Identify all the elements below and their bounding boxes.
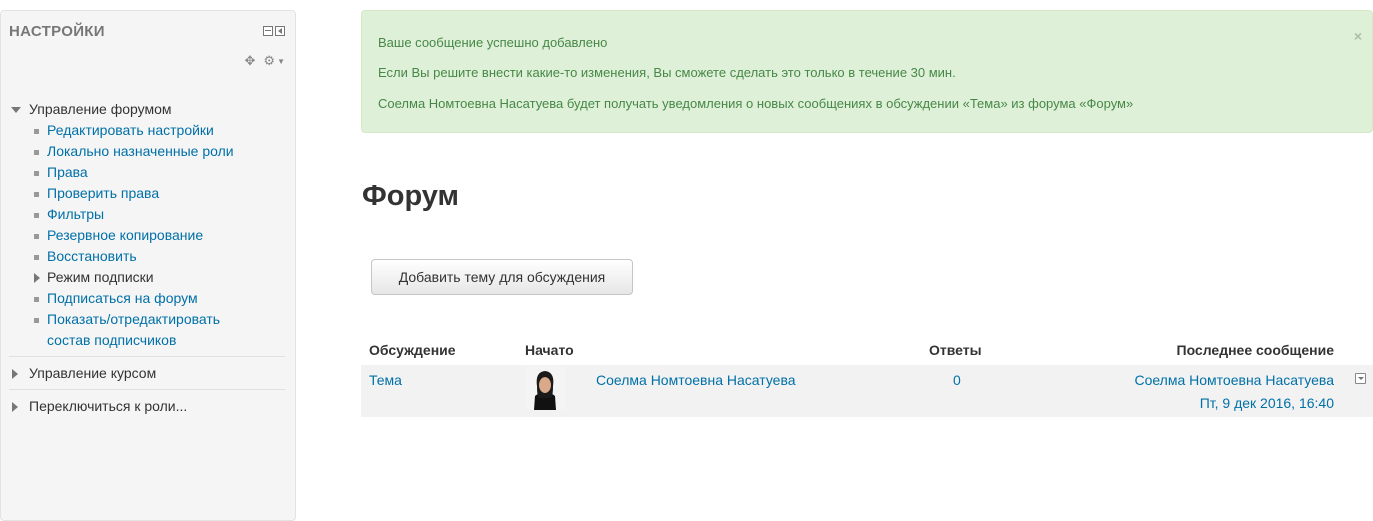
bullet-icon: [34, 255, 39, 260]
sidebar-item-link[interactable]: Проверить права: [47, 185, 159, 201]
tree-node-label: Управление курсом: [29, 365, 157, 381]
sidebar-item-link[interactable]: Восстановить: [47, 248, 137, 264]
user-avatar[interactable]: [525, 366, 565, 410]
tree-node-label: Переключиться к роли...: [29, 398, 188, 414]
alert-message-2: Если Вы решите внести какие-то изменения…: [378, 65, 956, 80]
sidebar-item-backup[interactable]: Резервное копирование: [9, 225, 285, 246]
sidebar-item-link[interactable]: Подписаться на форум: [47, 290, 198, 306]
page-title: Форум: [362, 180, 459, 212]
block-action-controls: ✥ ⚙ ▼: [245, 53, 285, 69]
collapsed-arrow-icon[interactable]: [34, 273, 40, 283]
avatar-picture-icon: [525, 366, 565, 410]
bullet-icon: [34, 129, 39, 134]
add-discussion-button[interactable]: Добавить тему для обсуждения: [371, 259, 633, 295]
sidebar-item-restore[interactable]: Восстановить: [9, 246, 285, 267]
dock-block-icon[interactable]: [275, 26, 285, 36]
block-header-controls: [263, 26, 285, 36]
bullet-icon: [34, 192, 39, 197]
caret-down-icon[interactable]: ▼: [277, 57, 285, 66]
column-header-discussion: Обсуждение: [369, 342, 456, 358]
started-by-link[interactable]: Соелма Номтоевна Насатуева: [596, 372, 796, 388]
sidebar-item-local-roles[interactable]: Локально назначенные роли: [9, 141, 285, 162]
sidebar-item-filters[interactable]: Фильтры: [9, 204, 285, 225]
alert-message-1: Ваше сообщение успешно добавлено: [378, 35, 608, 50]
column-header-started: Начато: [525, 342, 574, 358]
divider: [9, 389, 285, 390]
last-post-author-link[interactable]: Соелма Номтоевна Насатуева: [1134, 372, 1334, 388]
sidebar-item-permissions[interactable]: Права: [9, 162, 285, 183]
forum-admin-items: Редактировать настройки Локально назначе…: [9, 120, 285, 351]
collapse-block-icon[interactable]: [263, 26, 273, 36]
last-post-date-link[interactable]: Пт, 9 дек 2016, 16:40: [1200, 395, 1334, 411]
divider: [9, 356, 285, 357]
sidebar-item-link[interactable]: Локально назначенные роли: [47, 143, 234, 159]
settings-block: НАСТРОЙКИ ✥ ⚙ ▼ Управление форумом Редак…: [0, 10, 296, 521]
gear-icon[interactable]: ⚙: [263, 53, 275, 69]
bullet-icon: [34, 234, 39, 239]
sidebar-item-link[interactable]: Показать/отредактировать: [47, 311, 220, 327]
alert-message-3: Соелма Номтоевна Насатуева будет получат…: [378, 96, 1134, 111]
sidebar-item-subscribe[interactable]: Подписаться на форум: [9, 288, 285, 309]
collapsed-arrow-icon[interactable]: [12, 402, 18, 412]
sidebar-item-subscribers[interactable]: Показать/отредактировать состав подписчик…: [9, 309, 285, 351]
replies-count-link[interactable]: 0: [953, 372, 961, 388]
expanded-arrow-icon[interactable]: [11, 107, 21, 113]
sidebar-item-subscription-mode[interactable]: Режим подписки: [9, 267, 285, 288]
sidebar-item-link-continued[interactable]: состав подписчиков: [47, 332, 176, 348]
row-menu-icon[interactable]: [1355, 373, 1366, 384]
sidebar-item-link[interactable]: Права: [47, 164, 88, 180]
sidebar-item-edit-settings[interactable]: Редактировать настройки: [9, 120, 285, 141]
alert-close-button[interactable]: ×: [1354, 28, 1362, 44]
discussion-link[interactable]: Тема: [369, 372, 402, 388]
settings-tree: Управление форумом Редактировать настрой…: [9, 99, 285, 417]
tree-node-course-admin[interactable]: Управление курсом: [9, 363, 285, 384]
tree-node-forum-admin[interactable]: Управление форумом: [9, 99, 285, 120]
sidebar-item-link[interactable]: Резервное копирование: [47, 227, 203, 243]
bullet-icon: [34, 150, 39, 155]
bullet-icon: [34, 318, 39, 323]
bullet-icon: [34, 297, 39, 302]
bullet-icon: [34, 213, 39, 218]
sidebar-item-link[interactable]: Фильтры: [47, 206, 104, 222]
column-header-replies: Ответы: [929, 342, 982, 358]
sidebar-item-label: Режим подписки: [47, 269, 154, 285]
sidebar-item-link[interactable]: Редактировать настройки: [47, 122, 214, 138]
collapsed-arrow-icon[interactable]: [12, 369, 18, 379]
bullet-icon: [34, 171, 39, 176]
tree-node-switch-role[interactable]: Переключиться к роли...: [9, 396, 285, 417]
settings-block-title: НАСТРОЙКИ: [9, 23, 105, 40]
tree-node-label: Управление форумом: [29, 101, 172, 117]
column-header-last-post: Последнее сообщение: [1176, 342, 1335, 358]
success-alert: Ваше сообщение успешно добавлено Если Вы…: [361, 10, 1373, 133]
sidebar-item-check-permissions[interactable]: Проверить права: [9, 183, 285, 204]
move-icon[interactable]: ✥: [245, 53, 256, 69]
